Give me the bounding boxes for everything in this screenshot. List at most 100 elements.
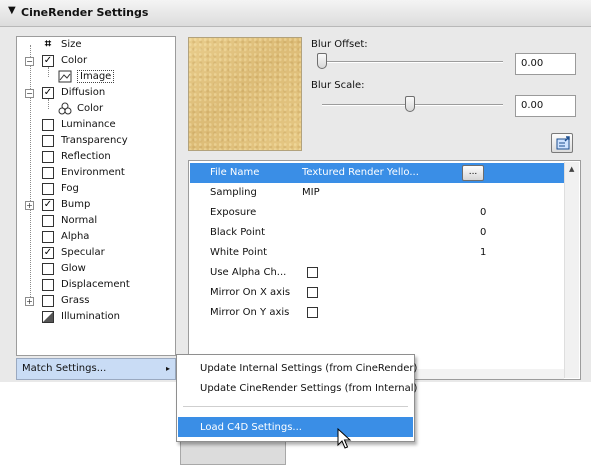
tree-item-color[interactable]: − ✓ Color <box>17 53 175 69</box>
tree-item-label: Transparency <box>61 135 128 146</box>
alpha-checkbox[interactable] <box>42 231 54 243</box>
grass-checkbox[interactable] <box>42 295 54 307</box>
menu-item-label: Load C4D Settings... <box>200 422 302 433</box>
environment-checkbox[interactable] <box>42 167 54 179</box>
tree-item-label: Luminance <box>61 119 116 130</box>
diffusion-checkbox[interactable]: ✓ <box>42 87 54 99</box>
color-checkbox[interactable]: ✓ <box>42 55 54 67</box>
mirror-y-checkbox[interactable] <box>307 307 318 318</box>
transparency-checkbox[interactable] <box>42 135 54 147</box>
tree-item-specular[interactable]: ✓ Specular <box>17 245 175 261</box>
tree-item-label: Fog <box>61 183 79 194</box>
export-settings-button[interactable] <box>551 133 573 153</box>
property-name: Use Alpha Ch... <box>210 267 287 278</box>
tree-item-luminance[interactable]: Luminance <box>17 117 175 133</box>
property-value[interactable]: 1 <box>480 247 486 258</box>
property-row-use-alpha[interactable]: Use Alpha Ch... <box>190 263 564 283</box>
submenu-arrow-icon: ▸ <box>165 364 170 373</box>
property-value[interactable]: 0 <box>480 207 486 218</box>
blur-offset-label: Blur Offset: <box>311 39 368 50</box>
mouse-cursor-icon <box>337 428 352 449</box>
tree-item-normal[interactable]: Normal <box>17 213 175 229</box>
blur-offset-slider[interactable] <box>317 53 327 69</box>
texture-preview <box>188 37 302 151</box>
export-icon <box>556 136 570 150</box>
specular-checkbox[interactable]: ✓ <box>42 247 54 259</box>
property-row-file-name[interactable]: File Name Textured Render Yello... ... <box>190 163 564 183</box>
tree-item-label: Image <box>77 70 115 83</box>
property-row-mirror-x[interactable]: Mirror On X axis <box>190 283 564 303</box>
tree-item-label: Grass <box>61 295 90 306</box>
property-name: Black Point <box>210 227 266 238</box>
channel-tree: ⌗ Size − ✓ Color Image − ✓ Diffusion Col… <box>16 36 176 356</box>
tree-item-label: Color <box>77 103 104 114</box>
bottom-button[interactable] <box>180 441 286 465</box>
tree-item-reflection[interactable]: Reflection <box>17 149 175 165</box>
collapse-icon[interactable]: − <box>25 89 34 98</box>
blur-scale-slider[interactable] <box>405 96 415 112</box>
property-list: File Name Textured Render Yello... ... S… <box>188 160 581 380</box>
blur-offset-track[interactable] <box>322 61 503 63</box>
browse-button[interactable]: ... <box>462 165 484 181</box>
use-alpha-checkbox[interactable] <box>307 267 318 278</box>
panel-title: CineRender Settings <box>21 6 149 19</box>
property-value[interactable]: MIP <box>302 187 320 198</box>
glow-checkbox[interactable] <box>42 263 54 275</box>
collapse-triangle-icon[interactable]: ▼ <box>8 5 16 16</box>
tree-item-grass[interactable]: + Grass <box>17 293 175 309</box>
property-row-sampling[interactable]: Sampling MIP <box>190 183 564 203</box>
blur-scale-label: Blur Scale: <box>311 80 365 91</box>
property-row-mirror-y[interactable]: Mirror On Y axis <box>190 303 564 323</box>
menu-item-label: Update CineRender Settings (from Interna… <box>200 383 418 394</box>
tree-item-image[interactable]: Image <box>17 69 175 85</box>
property-name: File Name <box>210 167 260 178</box>
menu-item-update-cinerender[interactable]: Update CineRender Settings (from Interna… <box>178 378 417 398</box>
tree-item-label: Alpha <box>61 231 90 242</box>
bump-checkbox[interactable]: ✓ <box>42 199 54 211</box>
tree-item-diffusion-color[interactable]: Color <box>17 101 175 117</box>
tree-item-label: Normal <box>61 215 98 226</box>
tree-item-size[interactable]: ⌗ Size <box>17 37 175 53</box>
panel-header[interactable]: ▼ CineRender Settings <box>0 0 591 27</box>
property-value: Textured Render Yello... <box>302 167 419 178</box>
property-name: Mirror On Y axis <box>210 307 290 318</box>
scroll-up-icon[interactable]: ▲ <box>569 165 574 173</box>
property-row-black-point[interactable]: Black Point 0 <box>190 223 564 243</box>
tree-item-displacement[interactable]: Displacement <box>17 277 175 293</box>
tree-item-illumination[interactable]: Illumination <box>17 309 175 325</box>
reflection-checkbox[interactable] <box>42 151 54 163</box>
tree-item-label: Diffusion <box>61 87 106 98</box>
match-settings-menu: Update Internal Settings (from CineRende… <box>176 354 417 442</box>
tree-item-label: Size <box>61 39 82 50</box>
expand-icon[interactable]: + <box>25 201 34 210</box>
tree-item-bump[interactable]: + ✓ Bump <box>17 197 175 213</box>
vertical-scrollbar[interactable]: ▲ <box>564 162 579 378</box>
tree-item-glow[interactable]: Glow <box>17 261 175 277</box>
tree-item-fog[interactable]: Fog <box>17 181 175 197</box>
tree-item-diffusion[interactable]: − ✓ Diffusion <box>17 85 175 101</box>
tree-item-label: Environment <box>61 167 125 178</box>
match-settings-button[interactable]: Match Settings... ▸ <box>16 358 176 380</box>
tree-item-alpha[interactable]: Alpha <box>17 229 175 245</box>
normal-checkbox[interactable] <box>42 215 54 227</box>
blur-offset-input[interactable]: 0.00 <box>515 53 576 75</box>
menu-item-update-internal[interactable]: Update Internal Settings (from CineRende… <box>178 358 417 378</box>
property-value[interactable]: 0 <box>480 227 486 238</box>
property-row-white-point[interactable]: White Point 1 <box>190 243 564 263</box>
blur-scale-input[interactable]: 0.00 <box>515 95 576 117</box>
tree-item-label: Color <box>61 55 88 66</box>
collapse-icon[interactable]: − <box>25 57 34 66</box>
property-row-exposure[interactable]: Exposure 0 <box>190 203 564 223</box>
menu-item-load-c4d[interactable]: Load C4D Settings... <box>178 417 413 437</box>
expand-icon[interactable]: + <box>25 297 34 306</box>
tree-item-label: Reflection <box>61 151 111 162</box>
tree-item-environment[interactable]: Environment <box>17 165 175 181</box>
displacement-checkbox[interactable] <box>42 279 54 291</box>
fog-checkbox[interactable] <box>42 183 54 195</box>
tree-item-label: Specular <box>61 247 105 258</box>
luminance-checkbox[interactable] <box>42 119 54 131</box>
tree-item-transparency[interactable]: Transparency <box>17 133 175 149</box>
tree-item-label: Glow <box>61 263 86 274</box>
mirror-x-checkbox[interactable] <box>307 287 318 298</box>
image-icon <box>58 70 72 83</box>
